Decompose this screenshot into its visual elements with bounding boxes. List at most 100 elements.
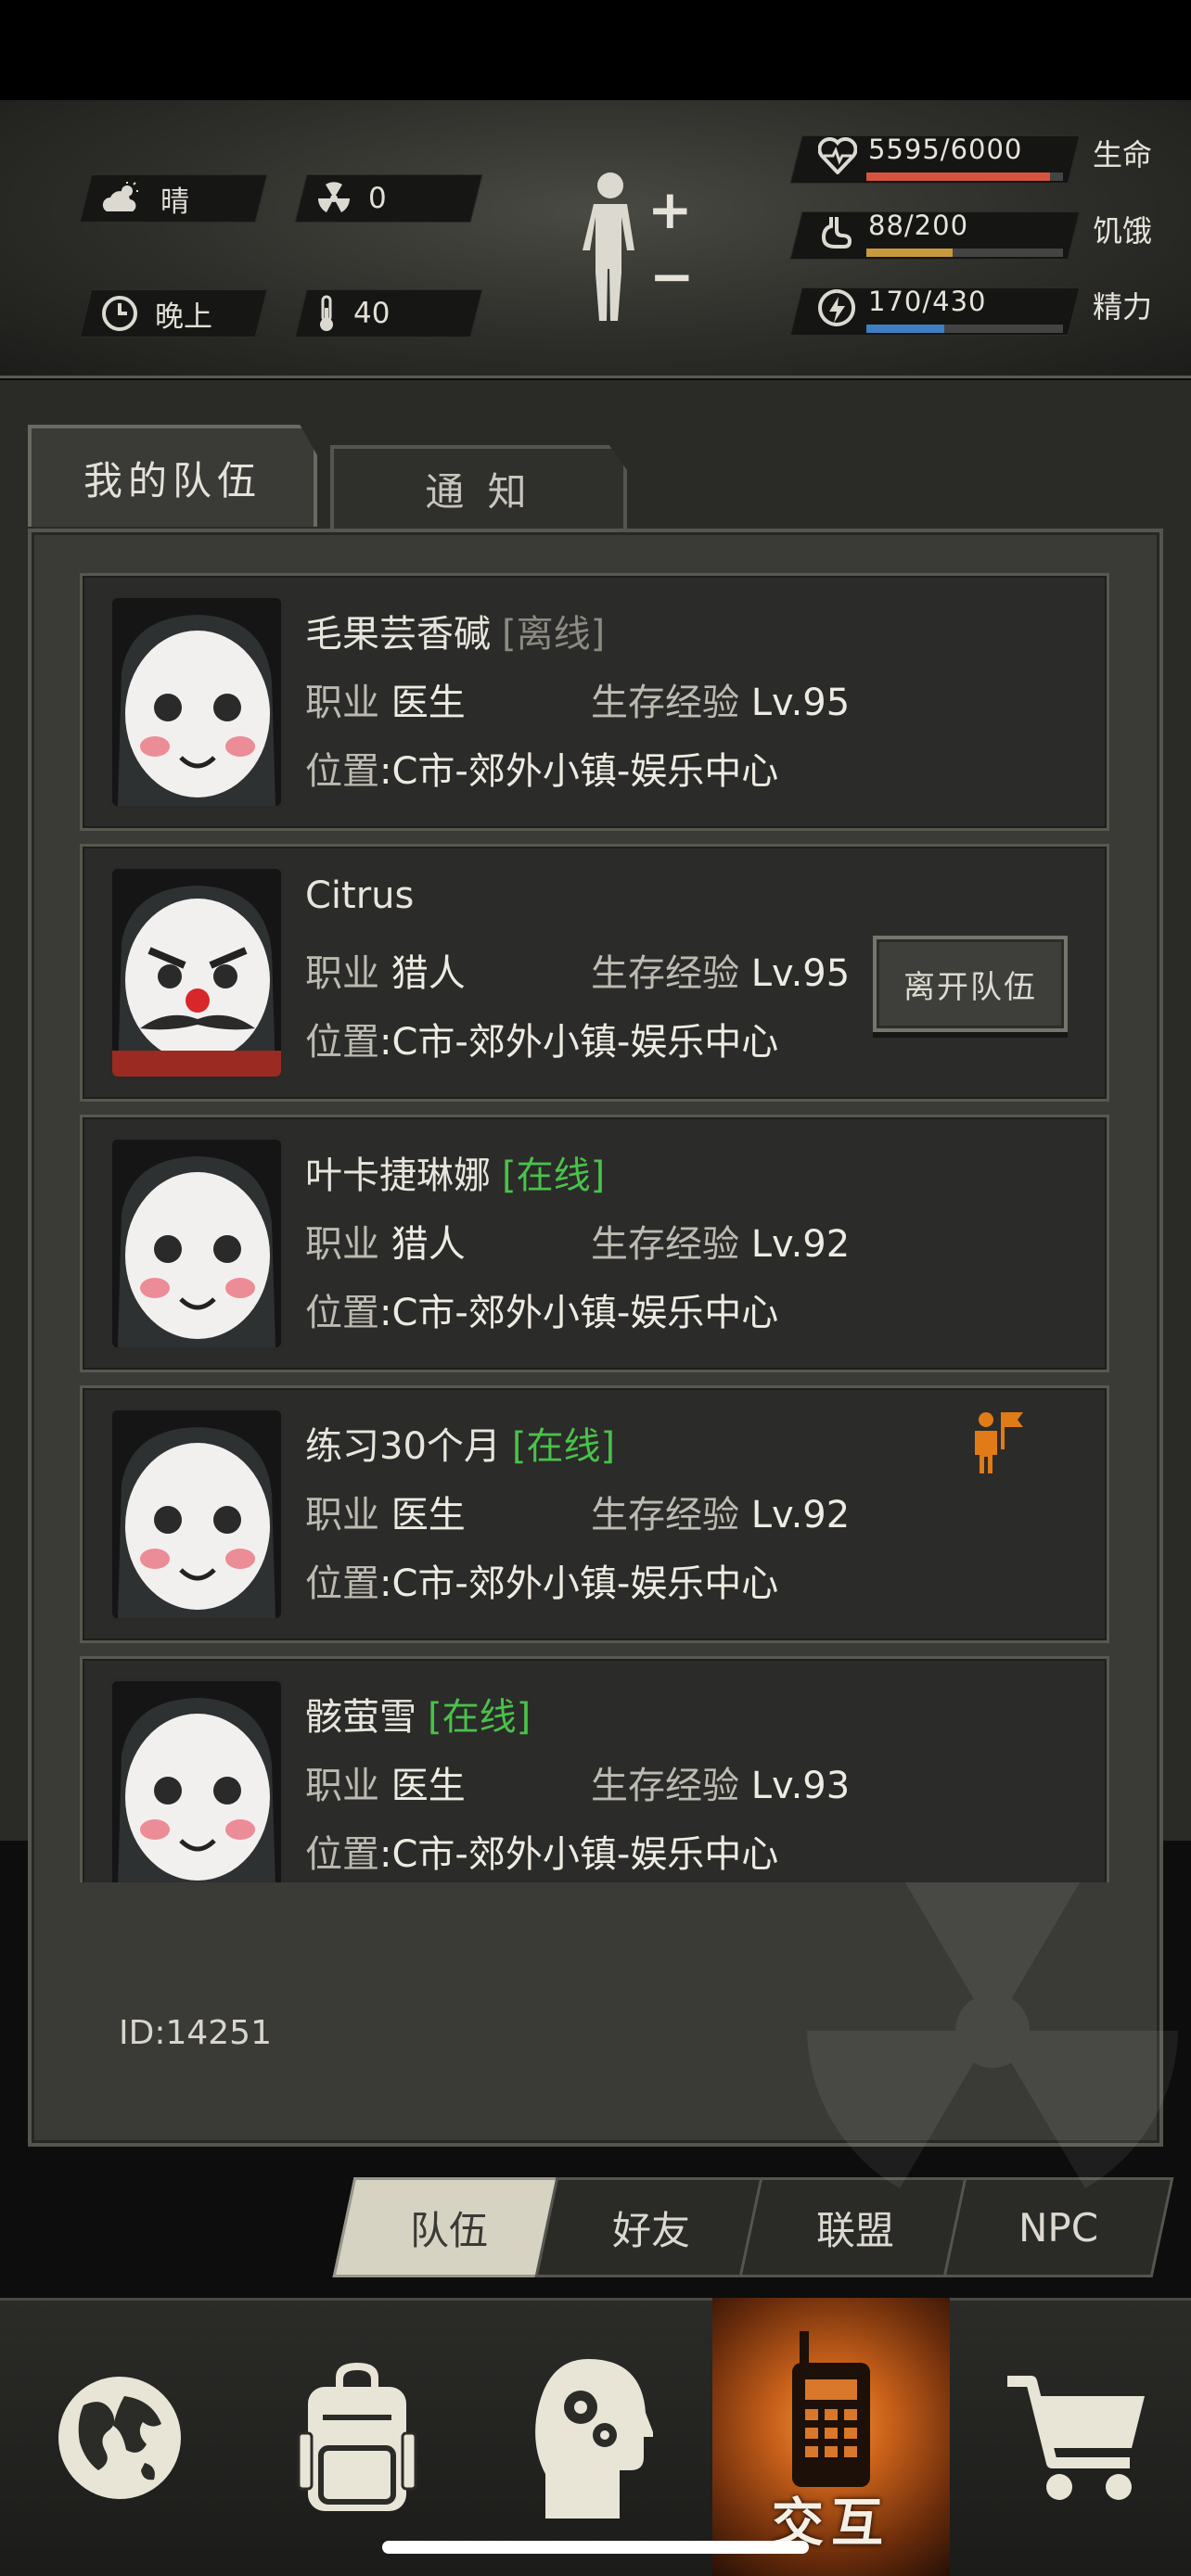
mime-avatar [109, 1407, 285, 1622]
mime-avatar [109, 1136, 285, 1351]
svg-text:+: + [647, 178, 693, 241]
hunger-fill [866, 249, 954, 257]
team-member-card[interactable]: 叶卡捷琳娜 [在线] 职业 猎人 生存经验 Lv.92 位置:C市-郊外小镇-娱乐… [80, 1115, 1109, 1372]
time-indicator: 晚上 [79, 289, 268, 338]
member-level: Lv.92 [750, 1223, 851, 1266]
backpack-icon [297, 2363, 417, 2511]
nav-skills[interactable] [475, 2298, 712, 2576]
location-label: 位置 [305, 1292, 379, 1334]
tab-notice[interactable]: 通 知 [330, 445, 627, 529]
location-label: 位置 [305, 1562, 379, 1605]
hunger-value: 88/200 [868, 210, 969, 241]
time-text: 晚上 [155, 300, 212, 334]
head-gears-icon [535, 2359, 653, 2519]
weather-indicator: 晴 [79, 174, 268, 223]
location-label: 位置 [305, 1021, 379, 1064]
clock-icon [101, 295, 138, 332]
member-status: [在线] [511, 1425, 616, 1468]
member-name: 叶卡捷琳娜 [305, 1154, 491, 1197]
nav-inventory[interactable] [237, 2298, 475, 2576]
home-indicator[interactable] [382, 2541, 809, 2554]
job-label: 职业 [305, 1494, 379, 1537]
team-member-card[interactable]: Citrus 职业 猎人 生存经验 Lv.95 位置:C市-郊外小镇-娱乐中心 … [80, 844, 1109, 1102]
hunger-label: 饥饿 [1093, 213, 1153, 249]
team-member-card[interactable]: 骸萤雪 [在线] 职业 医生 生存经验 Lv.93 位置:C市-郊外小镇-娱乐中心 [80, 1656, 1109, 1882]
temperature-indicator: 40 [294, 289, 483, 338]
member-job: 医生 [391, 1765, 466, 1807]
energy-icon [818, 289, 856, 332]
exp-label: 生存经验 [591, 1223, 739, 1266]
energy-fill [866, 325, 944, 333]
sun-cloud-icon [101, 182, 144, 215]
subtab-team-label: 队伍 [409, 2207, 488, 2253]
nav-interaction[interactable]: 交互 [712, 2298, 950, 2576]
member-job: 猎人 [391, 952, 466, 995]
leave-team-label: 离开队伍 [903, 968, 1037, 1006]
mime-avatar [109, 1677, 285, 1882]
status-area: 晴 0 晚上 40 + − 5595/6000 生命 88/200 饥饿 170… [0, 100, 1191, 378]
tab-my-team[interactable]: 我的队伍 [28, 425, 317, 527]
member-name: 毛果芸香碱 [305, 613, 491, 656]
member-status: [在线] [502, 1154, 606, 1197]
radio-walkie-talkie-icon [792, 2331, 870, 2487]
subtab-friends[interactable]: 好友 [534, 2177, 768, 2277]
health-bar: 5595/6000 生命 [789, 130, 1167, 185]
radiation-icon [316, 181, 352, 216]
subtab-friends-label: 好友 [611, 2207, 690, 2253]
body-status-figure[interactable]: + − [575, 165, 696, 351]
player-id: ID:14251 [119, 2014, 272, 2052]
member-location: :C市-郊外小镇-娱乐中心 [379, 750, 779, 793]
member-location: :C市-郊外小镇-娱乐中心 [379, 1562, 779, 1605]
job-label: 职业 [305, 1765, 379, 1807]
heart-icon [817, 137, 858, 178]
subtab-team[interactable]: 队伍 [332, 2177, 566, 2277]
exp-label: 生存经验 [591, 682, 739, 724]
temperature-value: 40 [353, 297, 391, 330]
member-name: Citrus [305, 874, 415, 917]
member-level: Lv.95 [750, 682, 851, 724]
member-job: 猎人 [391, 1223, 466, 1266]
nav-shop[interactable] [950, 2298, 1191, 2576]
job-label: 职业 [305, 682, 379, 724]
thermometer-icon [316, 295, 337, 332]
team-member-card[interactable]: 毛果芸香碱 [离线] 职业 医生 生存经验 Lv.95 位置:C市-郊外小镇-娱乐… [80, 573, 1109, 831]
globe-icon [58, 2377, 181, 2499]
member-location: :C市-郊外小镇-娱乐中心 [379, 1021, 779, 1064]
member-status: [在线] [428, 1696, 531, 1739]
exp-label: 生存经验 [591, 1494, 739, 1537]
health-fill [866, 172, 1050, 181]
tab-my-team-label: 我的队伍 [83, 457, 262, 504]
member-status: [离线] [502, 613, 606, 656]
radiation-value: 0 [368, 182, 387, 215]
job-label: 职业 [305, 1223, 379, 1266]
location-label: 位置 [305, 750, 379, 793]
member-name: 练习30个月 [305, 1425, 501, 1468]
system-status-bar [0, 0, 1191, 100]
team-leader-flag-icon [969, 1409, 1027, 1479]
energy-label: 精力 [1093, 289, 1153, 325]
member-level: Lv.95 [750, 952, 851, 995]
human-body-icon: + − [583, 172, 695, 321]
nav-world-map[interactable] [0, 2298, 237, 2576]
leave-team-button[interactable]: 离开队伍 [873, 936, 1068, 1032]
shopping-cart-icon [1007, 2376, 1145, 2500]
hunger-bar: 88/200 饥饿 [789, 206, 1167, 261]
energy-bar: 170/430 精力 [789, 282, 1167, 338]
member-location: :C市-郊外小镇-娱乐中心 [379, 1833, 779, 1876]
exp-label: 生存经验 [591, 1765, 739, 1807]
job-label: 职业 [305, 952, 379, 995]
clown-mustache-avatar [109, 865, 285, 1080]
team-member-card[interactable]: 练习30个月 [在线] 职业 医生 生存经验 Lv.92 位置:C市-郊外小镇-娱… [80, 1385, 1109, 1643]
mime-avatar [109, 594, 285, 810]
tab-notice-label: 通 知 [425, 468, 532, 515]
member-level: Lv.92 [750, 1494, 851, 1537]
location-label: 位置 [305, 1833, 379, 1876]
stomach-icon [818, 213, 855, 254]
health-label: 生命 [1093, 137, 1153, 172]
member-job: 医生 [391, 682, 466, 724]
weather-text: 晴 [160, 185, 189, 219]
team-member-list[interactable]: 毛果芸香碱 [离线] 职业 医生 生存经验 Lv.95 位置:C市-郊外小镇-娱乐… [80, 573, 1109, 1882]
radiation-watermark-icon [807, 1848, 1178, 2188]
member-job: 医生 [391, 1494, 466, 1537]
exp-label: 生存经验 [591, 952, 739, 995]
